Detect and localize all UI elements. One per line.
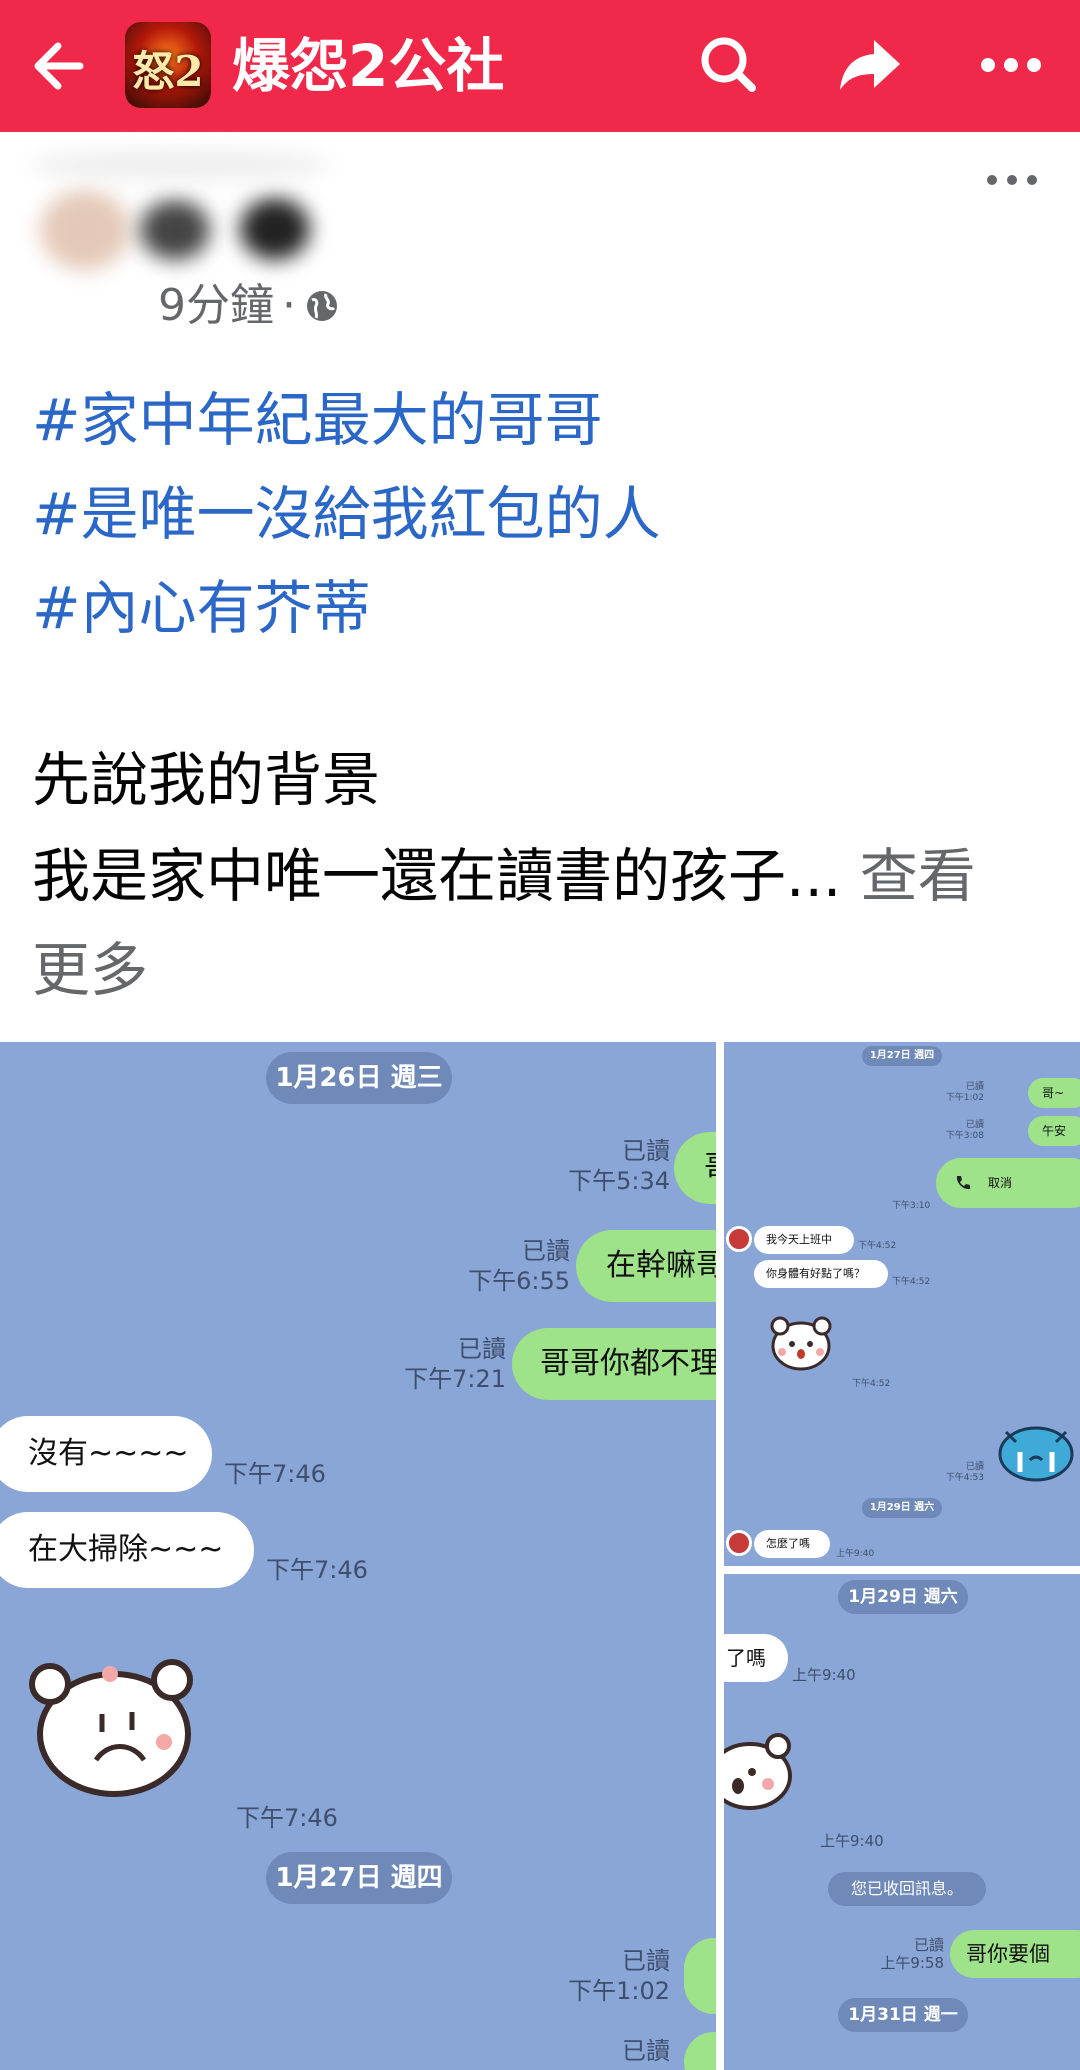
message-meta: 已讀 下午1:02 (540, 1946, 670, 2006)
sent-message (684, 2032, 716, 2070)
phone-icon (956, 1176, 970, 1190)
hashtag-link[interactable]: #內心有芥蒂 (32, 568, 371, 648)
message-meta: 已讀 下午5:34 (540, 1136, 670, 1196)
date-divider: 1月27日 週四 (266, 1852, 452, 1904)
hashtag-link[interactable]: #家中年紀最大的哥哥 (32, 380, 603, 460)
date-divider: 1月29日 週六 (838, 1580, 968, 1614)
message-time: 下午6:55 (468, 1267, 570, 1295)
message-meta: 已讀 下午4:53 (942, 1462, 984, 1484)
date-divider: 1月27日 週四 (862, 1046, 942, 1066)
see-more-link[interactable]: 查看 (860, 842, 976, 910)
sender-avatar (726, 1226, 752, 1252)
share-button[interactable] (836, 30, 906, 100)
message-time: 下午3:10 (892, 1201, 931, 1211)
sender-avatar (726, 1530, 752, 1556)
post-time[interactable]: 9分鐘 (158, 278, 274, 334)
author-avatar-blurred[interactable] (30, 150, 360, 280)
post-text-line: 我是家中唯一還在讀書的孩子... (32, 842, 842, 910)
read-receipt: 已讀 (965, 1120, 984, 1130)
received-message: 怎麼了嗎 (754, 1530, 830, 1558)
post-more-button[interactable] (982, 160, 1042, 200)
message-time: 下午4:52 (892, 1277, 931, 1287)
read-receipt: 已讀 (522, 1237, 570, 1265)
bear-sticker (29, 1659, 193, 1797)
call-message: 取消 (936, 1158, 1080, 1208)
bear-sticker (770, 1316, 832, 1371)
message-time: 上午9:58 (880, 1954, 944, 1972)
message-time: 下午7:46 (236, 1804, 338, 1832)
received-message: 你身體有好點了嗎？ (754, 1260, 888, 1288)
post-photo-top-right[interactable]: 1月27日 週四 已讀 下午1:02 哥~ 已讀 下午3:08 午安 取消 下午… (724, 1042, 1080, 1566)
read-receipt: 已讀 (965, 1082, 984, 1092)
call-label: 取消 (988, 1176, 1013, 1190)
group-avatar-text: 怒2 (132, 47, 204, 96)
message-time: 下午7:46 (266, 1556, 368, 1584)
meta-separator: · (282, 280, 296, 331)
sent-message: 哥哥你都不理 (512, 1328, 716, 1400)
back-button[interactable] (30, 36, 94, 96)
message-time: 下午5:34 (568, 1167, 670, 1195)
message-meta: 已讀 上午9:58 (874, 1936, 944, 1972)
message-time: 下午1:02 (945, 1093, 984, 1103)
post-text-line: 我是家中唯一還在讀書的孩子... 查看 (32, 836, 976, 916)
group-avatar[interactable]: 怒2 (125, 22, 211, 108)
post-photo-bottom-right[interactable]: 1月29日 週六 了嗎 上午9:40 上午9:40 您已收回訊息。 已讀 上午9… (724, 1574, 1080, 2070)
globe-icon (307, 291, 337, 321)
date-divider: 1月29日 週六 (862, 1498, 942, 1518)
message-time: 上午9:40 (820, 1832, 884, 1850)
read-receipt: 已讀 (622, 2037, 670, 2065)
recall-notice: 您已收回訊息。 (828, 1872, 986, 1906)
arrow-left-icon (34, 42, 84, 90)
more-horizontal-icon (987, 175, 1037, 185)
sent-message (684, 1938, 716, 2014)
search-icon (701, 37, 756, 92)
message-time: 下午3:08 (945, 1131, 984, 1141)
message-time: 下午4:53 (945, 1473, 984, 1483)
crying-sticker (998, 1426, 1074, 1482)
message-time: 下午7:21 (404, 1365, 506, 1393)
hashtag-link[interactable]: #是唯一沒給我紅包的人 (32, 474, 661, 554)
group-title[interactable]: 爆怨2公社 (232, 28, 504, 104)
date-divider: 1月31日 週一 (838, 1998, 968, 2032)
post-meta: 9分鐘 · (158, 278, 340, 334)
message-time: 上午9:40 (836, 1549, 875, 1559)
message-meta: 已讀 下午3:08 (942, 1120, 984, 1142)
read-receipt: 已讀 (622, 1137, 670, 1165)
post-photo-main[interactable]: 1月26日 週三 已讀 下午5:34 哥 已讀 下午6:55 在幹嘛哥 已讀 下… (0, 1042, 716, 2070)
message-meta: 已讀 下午1:02 (942, 1082, 984, 1104)
search-button[interactable] (694, 30, 764, 100)
message-time: 下午1:02 (568, 1977, 670, 2005)
read-receipt: 已讀 (965, 1462, 984, 1472)
received-message: 我今天上班中 (754, 1226, 854, 1254)
see-more-link[interactable]: 更多 (32, 930, 148, 1010)
message-meta: 已讀 下午7:21 (376, 1334, 506, 1394)
message-time: 下午4:52 (858, 1241, 897, 1251)
sent-message: 午安 (1028, 1116, 1080, 1146)
read-receipt: 已讀 (458, 1335, 506, 1363)
bear-sticker (724, 1733, 792, 1810)
received-message: 沒有~~~~ (0, 1416, 212, 1492)
more-button[interactable] (976, 30, 1046, 100)
read-receipt: 已讀 (622, 1947, 670, 1975)
sent-message: 哥你要個 (950, 1930, 1080, 1978)
date-divider: 1月26日 週三 (266, 1052, 452, 1104)
received-message: 了嗎 (724, 1634, 788, 1682)
sent-message: 哥~ (1028, 1078, 1080, 1108)
message-meta: 已讀 下午6:55 (440, 1236, 570, 1296)
more-horizontal-icon (981, 58, 1041, 72)
post-text-line: 先說我的背景 (32, 746, 381, 814)
read-receipt: 已讀 (913, 1936, 944, 1954)
sent-message: 哥 (674, 1132, 716, 1204)
message-time: 下午7:46 (224, 1460, 326, 1488)
share-arrow-icon (840, 40, 900, 90)
received-message: 在大掃除~~~ (0, 1512, 254, 1588)
message-time: 下午4:52 (852, 1379, 891, 1389)
sent-message: 在幹嘛哥 (576, 1230, 716, 1302)
top-app-bar: 怒2 爆怨2公社 (0, 0, 1080, 132)
message-time: 上午9:40 (792, 1666, 856, 1684)
